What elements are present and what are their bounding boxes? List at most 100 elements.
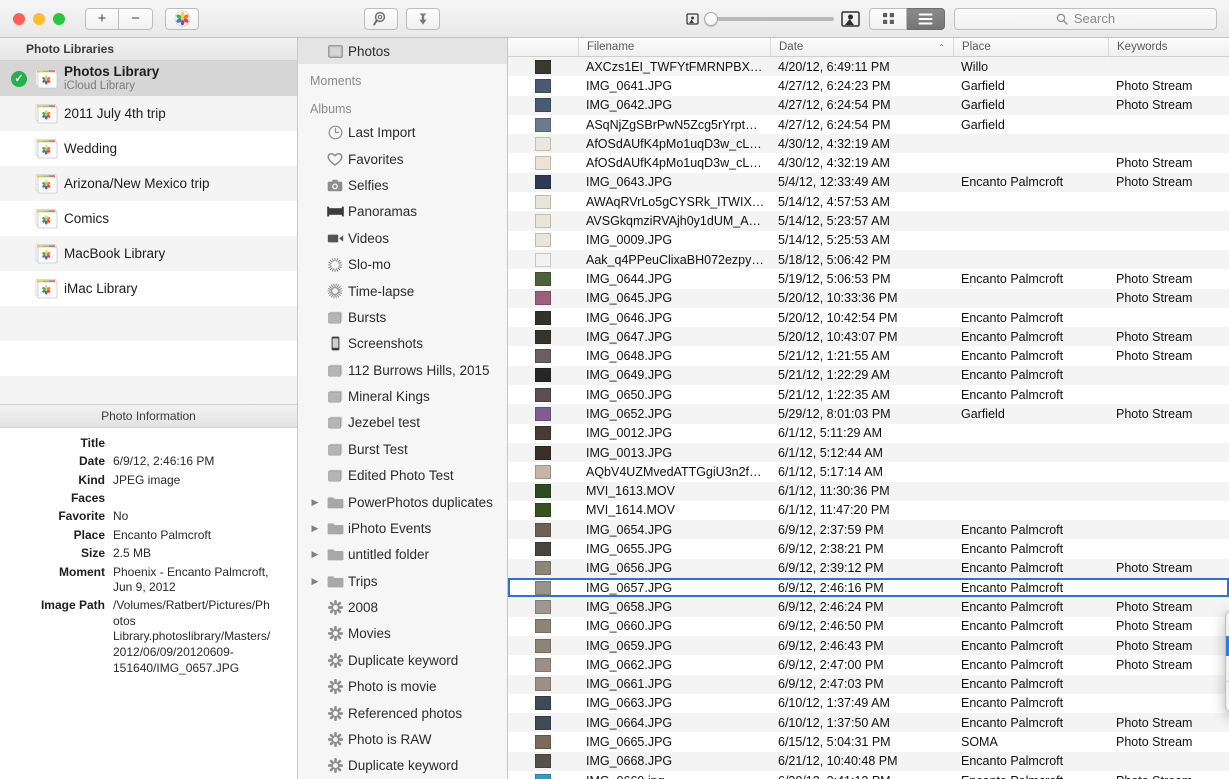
albums-item[interactable]: Slo-mo [298, 252, 507, 278]
table-row[interactable]: IMG_0657.JPG 6/9/12, 2:46:16 PM Encanto Pa… [508, 578, 1229, 598]
table-header-row[interactable]: Filename Date ⌃ Place Keywords [508, 37, 1229, 57]
slider-knob[interactable] [704, 11, 718, 26]
download-originals-button[interactable] [406, 7, 440, 30]
add-library-button[interactable]: + [85, 7, 119, 30]
table-row[interactable]: IMG_0655.JPG 6/9/12, 2:38:21 PM Encanto Pa… [508, 539, 1229, 558]
table-row[interactable]: IMG_0646.JPG 5/20/12, 10:42:54 PM Encanto … [508, 308, 1229, 327]
column-header-thumb[interactable] [508, 38, 578, 57]
table-row[interactable]: MVI_1613.MOV 6/1/12, 11:30:36 PM [508, 481, 1229, 501]
table-row[interactable]: Aak_q4PPeuClixaBH072ezpy… 5/18/12, 5:06:4… [508, 249, 1229, 270]
table-row[interactable]: IMG_0642.JPG 4/27/12, 6:24:54 PM Garfield P… [508, 95, 1229, 115]
albums-item[interactable]: ▶ iPhoto Events [298, 515, 507, 541]
table-row[interactable]: AQbV4UZMvedATTGgiU3n2f… 6/1/12, 5:17:14 A… [508, 462, 1229, 481]
table-row[interactable]: ASqNjZgSBrPwN5Zcg5rYrpt… 4/27/12, 6:24:54… [508, 115, 1229, 134]
albums-item[interactable]: Edited Photo Test [298, 463, 507, 489]
thumbnail-size-slider[interactable] [686, 10, 860, 27]
library-row[interactable]: Comics [0, 201, 297, 236]
albums-item[interactable]: Bursts [298, 304, 507, 330]
search-field[interactable]: Search [954, 7, 1217, 30]
table-row[interactable]: IMG_0664.JPG 6/10/12, 1:37:50 AM Encanto P… [508, 713, 1229, 733]
table-row[interactable]: AXCzs1EI_TWFYtFMRNPBXN… 4/20/12, 6:49:11 … [508, 57, 1229, 77]
table-row[interactable]: AWAqRVrLo5gCYSRk_ITWIX… 5/14/12, 4:57:53 … [508, 192, 1229, 211]
inspect-button[interactable] [364, 7, 398, 30]
table-row[interactable]: IMG_0660.JPG 6/9/12, 2:46:50 PM Encanto Pa… [508, 617, 1229, 636]
library-row[interactable]: 2011 July 4th trip [0, 96, 297, 131]
table-row[interactable]: IMG_0649.JPG 5/21/12, 1:22:29 AM Encanto P… [508, 365, 1229, 386]
albums-item[interactable]: ▶ Trips [298, 568, 507, 594]
albums-item[interactable]: Last Import [298, 120, 507, 146]
albums-item[interactable]: ▶ untitled folder [298, 542, 507, 568]
column-header-keywords[interactable]: Keywords [1108, 37, 1229, 57]
disclosure-triangle-icon[interactable]: ▶ [308, 576, 322, 587]
albums-item[interactable]: ▶ PowerPhotos duplicates [298, 489, 507, 515]
close-window-button[interactable] [13, 12, 25, 25]
table-row[interactable]: IMG_0663.JPG 6/10/12, 1:37:49 AM Encanto P… [508, 694, 1229, 713]
slider-track[interactable] [704, 11, 834, 26]
albums-item[interactable]: Jezebel test [298, 410, 507, 436]
table-body[interactable]: AXCzs1EI_TWFYtFMRNPBXN… 4/20/12, 6:49:11 … [508, 57, 1229, 779]
zoom-window-button[interactable] [53, 12, 65, 25]
disclosure-triangle-icon[interactable]: ▶ [308, 549, 322, 560]
albums-item[interactable]: Photos [298, 38, 507, 65]
albums-item[interactable]: 2008 [298, 594, 507, 620]
table-row[interactable]: IMG_0009.JPG 5/14/12, 5:25:53 AM [508, 231, 1229, 250]
library-row[interactable]: ✓ Photos Library iCloud Library [0, 61, 297, 96]
table-row[interactable]: IMG_0647.JPG 5/20/12, 10:43:07 PM Encanto … [508, 327, 1229, 347]
table-row[interactable]: IMG_0012.JPG 6/1/12, 5:11:29 AM [508, 424, 1229, 443]
albums-item[interactable]: Photo is RAW [298, 726, 507, 752]
table-row[interactable]: AfOSdAUfK4pMo1uqD3w_cL… 4/30/12, 4:32:19 … [508, 153, 1229, 172]
column-header-place[interactable]: Place [953, 37, 1108, 57]
table-row[interactable]: IMG_0659.JPG 6/9/12, 2:46:43 PM Encanto Pa… [508, 635, 1229, 656]
table-row[interactable]: IMG_0662.JPG 6/9/12, 2:47:00 PM Encanto Pa… [508, 655, 1229, 674]
grid-view-button[interactable] [869, 7, 907, 30]
albums-item[interactable]: Referenced photos [298, 700, 507, 726]
albums-item[interactable]: Favorites [298, 146, 507, 172]
table-row[interactable]: IMG_0643.JPG 5/4/12, 12:33:49 AM Encanto P… [508, 172, 1229, 193]
table-row[interactable]: IMG_0658.JPG 6/9/12, 2:46:24 PM Encanto Pa… [508, 597, 1229, 617]
list-view-button[interactable] [907, 7, 945, 30]
table-row[interactable]: IMG_0669.jpg6/30/12, 3:41:12 PMEncanto P… [508, 771, 1229, 779]
table-row[interactable]: IMG_0641.JPG 4/27/12, 6:24:23 PM Garfield P… [508, 76, 1229, 95]
albums-item[interactable]: 112 Burrows Hills, 2015 [298, 357, 507, 383]
table-row[interactable]: AfOSdAUfK4pMo1uqD3w_cL… 4/30/12, 4:32:19 … [508, 134, 1229, 154]
albums-item[interactable]: Photo is movie [298, 674, 507, 700]
albums-item[interactable]: Videos [298, 225, 507, 251]
column-header-filename[interactable]: Filename [578, 37, 770, 57]
table-row[interactable]: IMG_0654.JPG 6/9/12, 2:37:59 PM Encanto Pa… [508, 520, 1229, 540]
table-row[interactable]: IMG_0652.JPG 5/29/12, 8:01:03 PM Garfield P… [508, 404, 1229, 424]
albums-item[interactable]: Mineral Kings [298, 383, 507, 409]
table-row[interactable]: IMG_0668.JPG 6/21/12, 10:40:48 PM Encanto … [508, 751, 1229, 771]
remove-library-button[interactable]: − [119, 7, 153, 30]
albums-item[interactable]: Selfies [298, 172, 507, 198]
albums-item[interactable]: Duplicate keyword [298, 647, 507, 673]
albums-item[interactable]: Movies [298, 621, 507, 647]
library-row[interactable]: iMac Library [0, 271, 297, 306]
table-row[interactable]: MVI_1614.MOV 6/1/12, 11:47:20 PM [508, 501, 1229, 520]
albums-item[interactable]: Time-lapse [298, 278, 507, 304]
albums-item[interactable]: Panoramas [298, 199, 507, 225]
column-header-date[interactable]: Date ⌃ [770, 37, 953, 57]
table-row[interactable]: IMG_0665.JPG 6/15/12, 5:04:31 PM SOMA Photo… [508, 732, 1229, 751]
context-menu[interactable]: Show Modified FileShow Original FileShow… [1225, 611, 1229, 712]
table-row[interactable]: IMG_0013.JPG 6/1/12, 5:12:44 AM [508, 442, 1229, 463]
table-row[interactable]: IMG_0644.JPG 5/19/12, 5:06:53 PM Encanto P… [508, 269, 1229, 288]
albums-sidebar[interactable]: Photos Moments Albums Last Import Favorites S… [298, 38, 508, 779]
albums-item[interactable]: Burst Test [298, 436, 507, 462]
table-row[interactable]: AVSGkqmziRVAjh0y1dUM_A… 5/14/12, 5:23:57 … [508, 211, 1229, 231]
table-row[interactable]: IMG_0650.JPG 5/21/12, 1:22:35 AM Encanto P… [508, 385, 1229, 404]
table-row[interactable]: IMG_0648.JPG 5/21/12, 1:21:55 AM Encanto P… [508, 346, 1229, 365]
minimize-window-button[interactable] [33, 12, 45, 25]
photo-libraries-list[interactable]: ✓ Photos Library iCloud Library 2011 July… [0, 61, 297, 404]
column-header-label: Place [962, 41, 991, 53]
table-row[interactable]: IMG_0661.JPG 6/9/12, 2:47:03 PM Encanto Pa… [508, 674, 1229, 694]
table-row[interactable]: IMG_0656.JPG 6/9/12, 2:39:12 PM Encanto Pa… [508, 558, 1229, 579]
albums-item[interactable]: Screenshots [298, 331, 507, 357]
disclosure-triangle-icon[interactable]: ▶ [308, 497, 322, 508]
albums-item[interactable]: Duplicate keyword [298, 753, 507, 779]
disclosure-triangle-icon[interactable]: ▶ [308, 523, 322, 534]
table-row[interactable]: IMG_0645.JPG 5/20/12, 10:33:36 PM Photo St… [508, 288, 1229, 308]
library-row[interactable]: MacBook Library [0, 236, 297, 271]
library-row[interactable]: Wedding [0, 131, 297, 166]
library-row[interactable]: Arizona/New Mexico trip [0, 166, 297, 201]
open-in-photos-button[interactable] [165, 7, 199, 30]
